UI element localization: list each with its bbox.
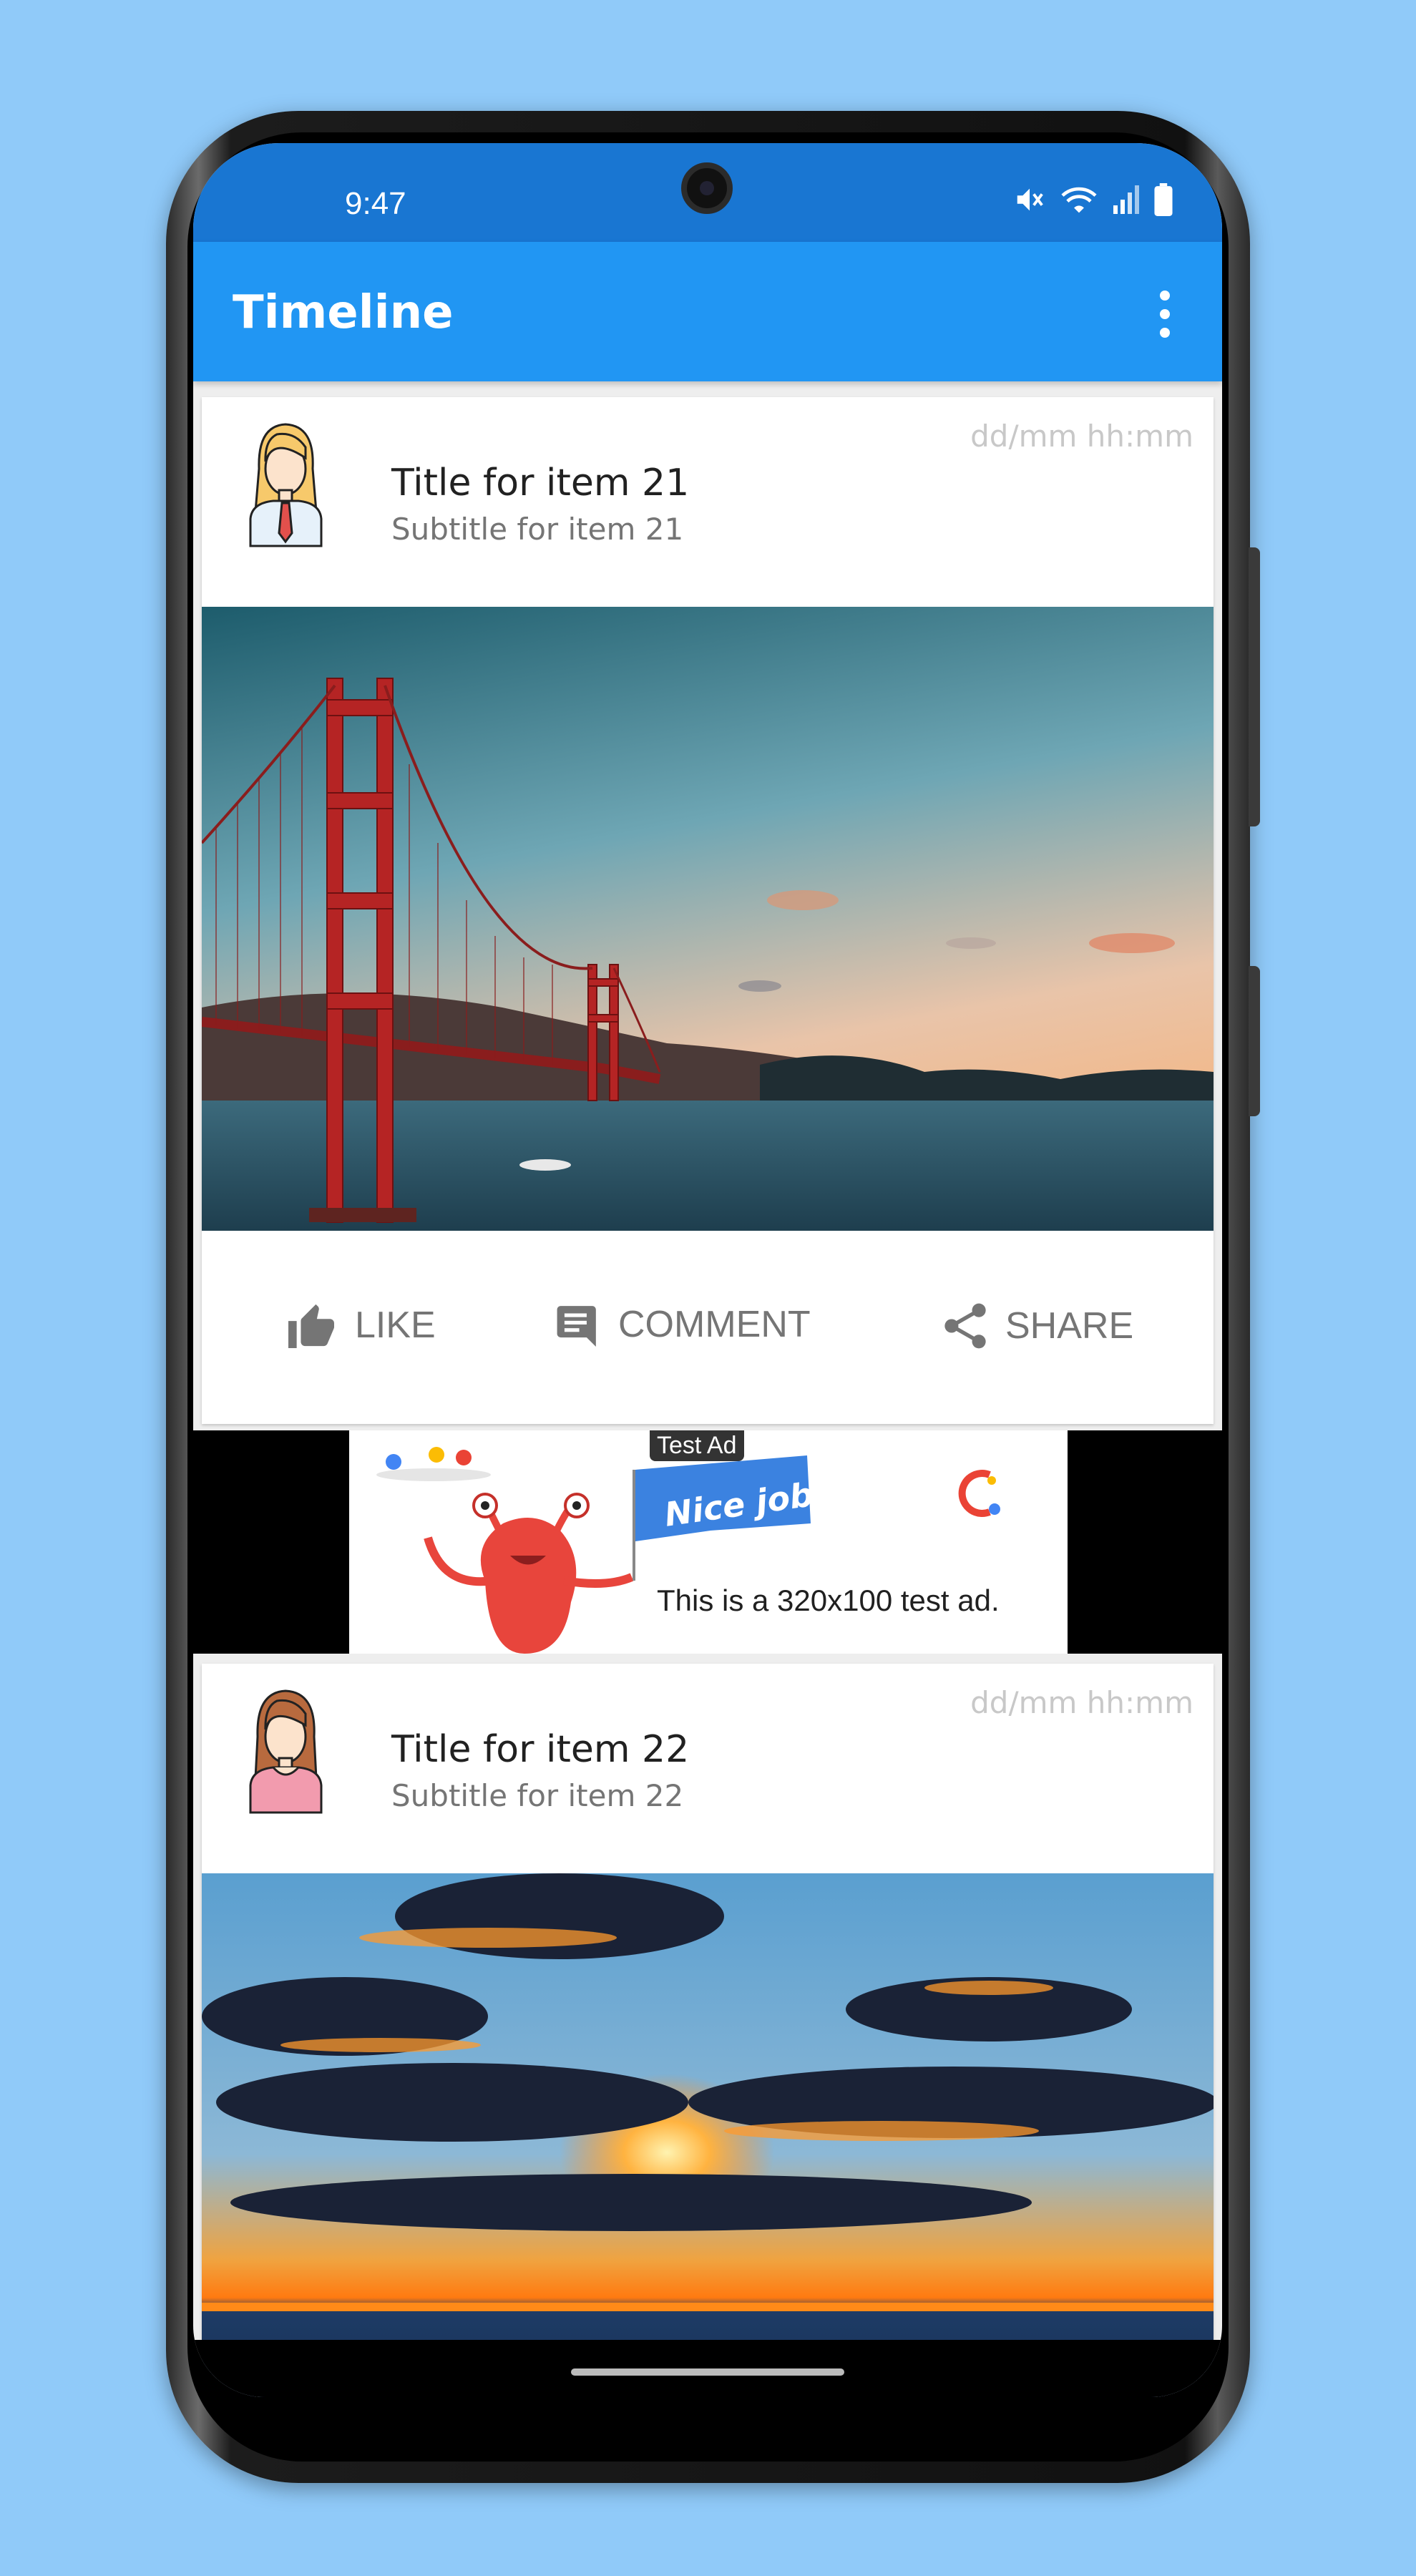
front-camera [681,162,733,214]
ad-illustration [376,1447,1000,1654]
post-subtitle: Subtitle for item 21 [391,512,684,547]
post-card: Title for item 21 Subtitle for item 21 d… [202,397,1214,1424]
post-card: Title for item 22 Subtitle for item 22 d… [202,1664,1214,2397]
share-button[interactable]: SHARE [944,1302,1133,1350]
like-label: LIKE [355,1304,436,1346]
ocean-sunset-photo[interactable] [202,1873,1214,2397]
share-label: SHARE [1005,1305,1134,1347]
comment-label: COMMENT [618,1304,811,1345]
signal-icon [1113,185,1139,214]
status-bar: 9:47 [193,143,1222,242]
post-title: Title for item 21 [391,462,690,504]
phone-screen: 9:47 Timeline Title for item 21 Subtitle… [193,143,1222,2397]
volume-button [1249,547,1260,826]
post-date: dd/mm hh:mm [970,419,1193,454]
ad-container[interactable]: Nice job! Test Ad This is a 320x100 test… [193,1430,1222,1654]
app-bar: Timeline [193,242,1222,381]
post-title: Title for item 22 [391,1728,690,1771]
post-header: Title for item 21 Subtitle for item 21 d… [202,397,1214,607]
avatar-brunette-woman-icon[interactable] [245,1685,327,1814]
test-ad-label: Test Ad [650,1430,744,1461]
wifi-icon [1061,187,1097,213]
comment-button[interactable]: COMMENT [555,1302,811,1347]
mute-icon [1017,188,1043,211]
more-vert-icon[interactable] [1151,291,1179,338]
app-title: Timeline [233,286,454,339]
post-header: Title for item 22 Subtitle for item 22 d… [202,1664,1214,1873]
power-button [1249,966,1260,1116]
ad-text: This is a 320x100 test ad. [657,1584,1000,1617]
thumb-up-icon [288,1304,334,1348]
post-subtitle: Subtitle for item 22 [391,1778,684,1813]
status-icons [1013,183,1173,216]
avatar-blonde-woman-icon[interactable] [245,419,327,547]
status-time: 9:47 [345,186,406,221]
post-date: dd/mm hh:mm [970,1685,1193,1720]
like-button[interactable]: LIKE [286,1302,436,1348]
share-icon [944,1303,986,1349]
comment-icon [557,1306,596,1347]
test-ad-banner[interactable]: Nice job! Test Ad This is a 320x100 test… [349,1430,1068,1654]
post-actions: LIKE COMMENT SHARE [202,1231,1214,1424]
battery-icon [1154,183,1173,216]
golden-gate-bridge-photo[interactable] [202,607,1214,1231]
gesture-bar[interactable] [571,2368,844,2376]
